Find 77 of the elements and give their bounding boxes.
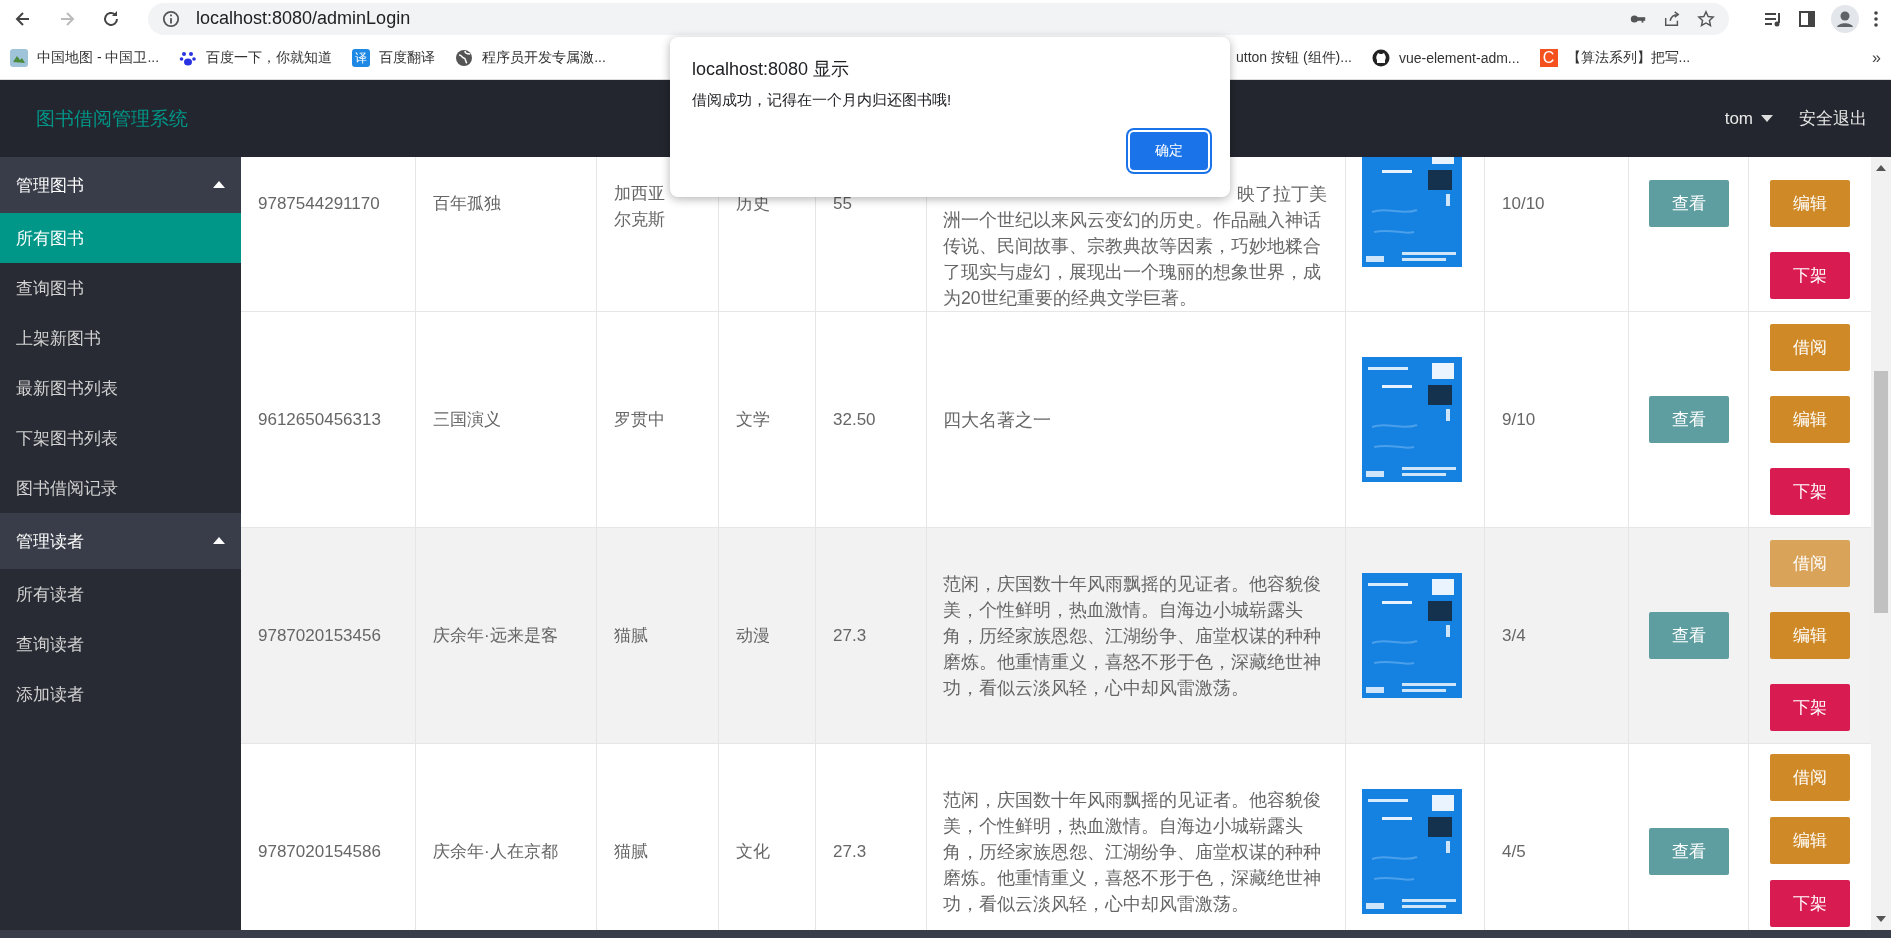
map-icon (10, 49, 28, 67)
logout-link[interactable]: 安全退出 (1799, 107, 1867, 130)
scroll-up-icon[interactable] (1876, 165, 1886, 171)
sidebar-item[interactable]: 上架新图书 (0, 313, 241, 363)
table-cell-text: 4/5 (1502, 840, 1526, 863)
sidebar-item[interactable]: 查询读者 (0, 619, 241, 669)
profile-icon[interactable] (1831, 4, 1859, 33)
scrollbar-thumb[interactable] (1874, 371, 1888, 613)
triangle-icon[interactable] (213, 181, 225, 189)
table-cell-text: 55 (833, 193, 852, 215)
bookmark[interactable]: 译 百度翻译 (352, 49, 436, 67)
table-cell-text: 文学 (736, 408, 770, 431)
user-menu[interactable]: tom (1724, 108, 1753, 129)
remove-button[interactable]: 下架 (1770, 684, 1850, 731)
table-cell-text: 动漫 (736, 624, 770, 647)
address-bar[interactable]: localhost:8080/adminLogin (148, 2, 1729, 35)
cat-silhouette-icon (1371, 49, 1390, 67)
sidebar-item[interactable]: 查询图书 (0, 263, 241, 313)
remove-button[interactable]: 下架 (1770, 468, 1850, 515)
table-cell-text: 文化 (736, 840, 770, 863)
bookmark[interactable]: utton 按钮 (组件)... (1236, 49, 1352, 67)
dialog-message: 借阅成功，记得在一个月内归还图书哦! (692, 91, 953, 110)
table-cell-text: 猫腻 (614, 840, 648, 863)
side-panel-icon[interactable] (1797, 8, 1817, 29)
bookmark-badge: 译 (352, 49, 371, 67)
bookmark[interactable]: 中国地图 - 中国卫... (10, 49, 160, 67)
table-cell-text: 猫腻 (614, 624, 648, 647)
table-cell-text: 映了拉丁美 (1237, 183, 1327, 206)
bookmark[interactable]: 百度一下，你就知道 (179, 49, 333, 67)
table-cell-text: 3/4 (1502, 624, 1526, 647)
description-text: 四大名著之一 (943, 408, 1051, 432)
table-cell-text: 庆余年·人在京都 (433, 840, 558, 863)
triangle-icon[interactable] (213, 537, 225, 545)
sidebar-item[interactable]: 图书借阅记录 (0, 463, 241, 513)
table-cell-text: 9612650456313 (258, 408, 381, 431)
table-cell-text: 27.3 (833, 840, 867, 863)
description-text: 范闲，庆国数十年风雨飘摇的见证者。他容貌俊美，个性鲜明，热血激情。自海边小城崭露头角，历经家族恩怨、江湖纷争、庙堂权谋的种种磨炼。他重情重义，喜怒不形于色，深藏绝世神功，看似云淡风轻，心中却风雷激荡。 (943, 572, 1322, 700)
table-cell-text: 加西亚 (614, 183, 665, 205)
table-cell-text: 10/10 (1502, 193, 1545, 215)
sidebar-item[interactable]: 添加读者 (0, 669, 241, 719)
table-cell-text: 32.50 (833, 408, 876, 431)
bookmark[interactable]: vue-element-adm... (1371, 49, 1520, 67)
sidebar-item[interactable]: 下架图书列表 (0, 413, 241, 463)
table-cell-text: 9787544291170 (258, 193, 380, 215)
description-text: 洲一个世纪以来风云变幻的历史。作品融入神话传说、民间故事、宗教典故等因素，巧妙地糅合了现实与虚幻，展现出一个瑰丽的想象世界，成为20世纪重要的经典文学巨著。 (943, 209, 1322, 310)
table-cell-text: 百年孤独 (433, 193, 501, 215)
table-cell-text: 庆余年·远来是客 (433, 624, 558, 647)
dialog-title: localhost:8080 显示 (692, 58, 851, 81)
paw-icon (179, 49, 198, 67)
more-icon[interactable] (1873, 8, 1879, 29)
globe-icon (455, 49, 474, 67)
scroll-down-icon[interactable] (1876, 916, 1886, 922)
table-cell-text: 罗贯中 (614, 408, 665, 431)
table-cell-text: 9787020154586 (258, 840, 381, 863)
sidebar-item[interactable]: 所有读者 (0, 569, 241, 619)
table-cell-text: 三国演义 (433, 408, 501, 431)
table-cell-text: 27.3 (833, 624, 867, 647)
caret-icon[interactable] (1761, 114, 1773, 123)
star-icon[interactable] (1697, 9, 1715, 28)
table-cell-text: 尔克斯 (614, 209, 665, 231)
bookmark-badge: C (1539, 49, 1558, 67)
remove-button[interactable]: 下架 (1770, 880, 1850, 927)
sidebar-item[interactable]: 所有图书 (0, 213, 241, 263)
description-text: 范闲，庆国数十年风雨飘摇的见证者。他容貌俊美，个性鲜明，热血激情。自海边小城崭露头角，历经家族恩怨、江湖纷争、庙堂权谋的种种磨炼。他重情重义，喜怒不形于色，深藏绝世神功，看似云淡风轻，心中却风雷激荡。 (943, 788, 1322, 916)
bookmark[interactable]: C 【算法系列】把写... (1539, 49, 1691, 67)
table-cell-text: 9787020153456 (258, 624, 381, 647)
app-title: 图书借阅管理系统 (36, 106, 188, 131)
scrollbar[interactable] (1871, 157, 1891, 930)
sidebar-item[interactable]: 最新图书列表 (0, 363, 241, 413)
bookmark[interactable]: 程序员开发专属激... (455, 49, 606, 67)
menu-group[interactable]: 管理读者 (0, 513, 241, 569)
more-bookmarks[interactable]: » (1872, 49, 1881, 67)
share-icon[interactable] (1663, 9, 1681, 28)
menu-group[interactable]: 管理图书 (0, 157, 241, 213)
table-cell-text: 9/10 (1502, 408, 1536, 431)
remove-button[interactable]: 下架 (1770, 252, 1850, 299)
info-icon[interactable] (162, 9, 180, 28)
